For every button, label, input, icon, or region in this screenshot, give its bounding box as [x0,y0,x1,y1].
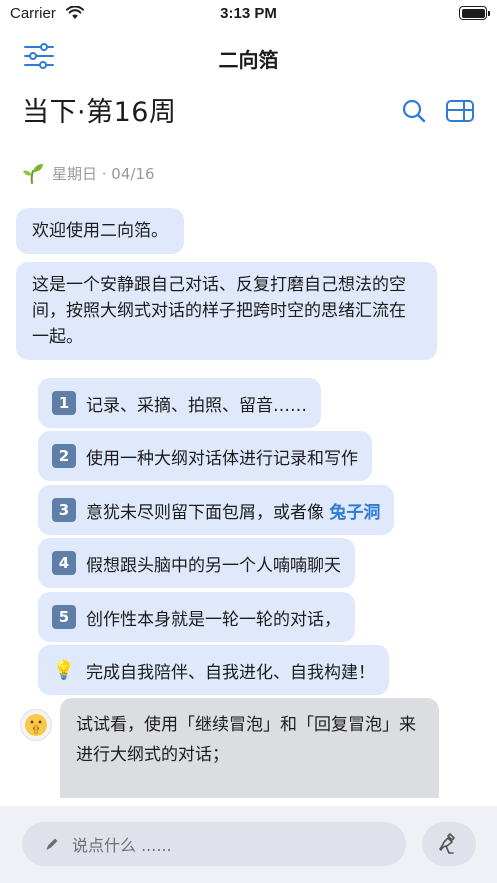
input-placeholder: 说点什么 ...... [72,836,172,855]
outline-item[interactable]: 💡 完成自我陪伴、自我进化、自我构建！ [38,645,389,695]
welcome-message-text: 欢迎使用二向箔。 [32,221,168,241]
layout-button[interactable] [445,98,475,124]
pencil-icon [46,838,58,850]
outline-item[interactable]: 4 假想跟头脑中的另一个人喃喃聊天 [38,538,355,588]
rabbit-hole-link[interactable]: 兔子洞 [329,503,380,523]
outline-item-text: 创作性本身就是一轮一轮的对话， [86,609,341,630]
outline-item[interactable]: 1 记录、采摘、拍照、留音…… [38,378,321,428]
outline-item-text: 使用一种大纲对话体进行记录和写作 [86,448,358,469]
shushing-face-icon [25,714,47,736]
message-input[interactable]: 说点什么 ...... [22,822,406,866]
send-button[interactable] [422,822,476,866]
try-message[interactable]: 试试看，使用「继续冒泡」和「回复冒泡」来进行大纲式的对话； [60,698,439,798]
status-time: 3:13 PM [220,5,277,22]
date-line: 星期日 · 04/16 [22,162,155,184]
outline-item-text: 假想跟头脑中的另一个人喃喃聊天 [86,555,341,576]
number-badge-icon: 4 [52,551,76,575]
status-bar: Carrier 3:13 PM [0,0,497,30]
intro-message[interactable]: 这是一个安静跟自己对话、反复打磨自己想法的空间，按照大纲式对话的样子把跨时空的思… [16,262,437,360]
sprout-icon [23,164,43,184]
panel-layout-icon [446,100,474,122]
outline-item[interactable]: 3 意犹未尽则留下面包屑，或者像 兔子洞 [38,485,395,535]
date-label: 星期日 · 04/16 [52,164,155,183]
navigation-bar: 二向箔 [0,36,497,76]
outline-item[interactable]: 5 创作性本身就是一轮一轮的对话， [38,592,355,642]
outline-item-text: 完成自我陪伴、自我进化、自我构建！ [86,662,375,683]
number-badge-icon: 5 [52,605,76,629]
broom-icon [439,833,455,854]
composer-bar: 说点什么 ...... [0,806,497,883]
try-message-text: 试试看，使用「继续冒泡」和「回复冒泡」来进行大纲式的对话； [76,715,416,765]
outline-item-text-part: 意犹未尽则留下面包屑，或者像 [86,502,324,523]
avatar[interactable] [20,709,52,741]
battery-icon [459,6,490,20]
search-button[interactable] [401,98,427,124]
nav-title: 二向箔 [218,48,279,72]
number-badge-icon: 1 [52,391,76,415]
outline-item-text: 意犹未尽则留下面包屑，或者像 兔子洞 [86,498,380,523]
welcome-message[interactable]: 欢迎使用二向箔。 [16,208,184,254]
intro-message-text: 这是一个安静跟自己对话、反复打磨自己想法的空间，按照大纲式对话的样子把跨时空的思… [32,275,406,347]
outline-item[interactable]: 2 使用一种大纲对话体进行记录和写作 [38,431,372,481]
number-badge-icon: 2 [52,444,76,468]
lightbulb-icon: 💡 [52,659,76,681]
page-title: 当下·第16周 [22,97,177,128]
outline-item-text: 记录、采摘、拍照、留音…… [86,395,307,416]
number-badge-icon: 3 [52,498,76,522]
search-icon [402,99,426,123]
